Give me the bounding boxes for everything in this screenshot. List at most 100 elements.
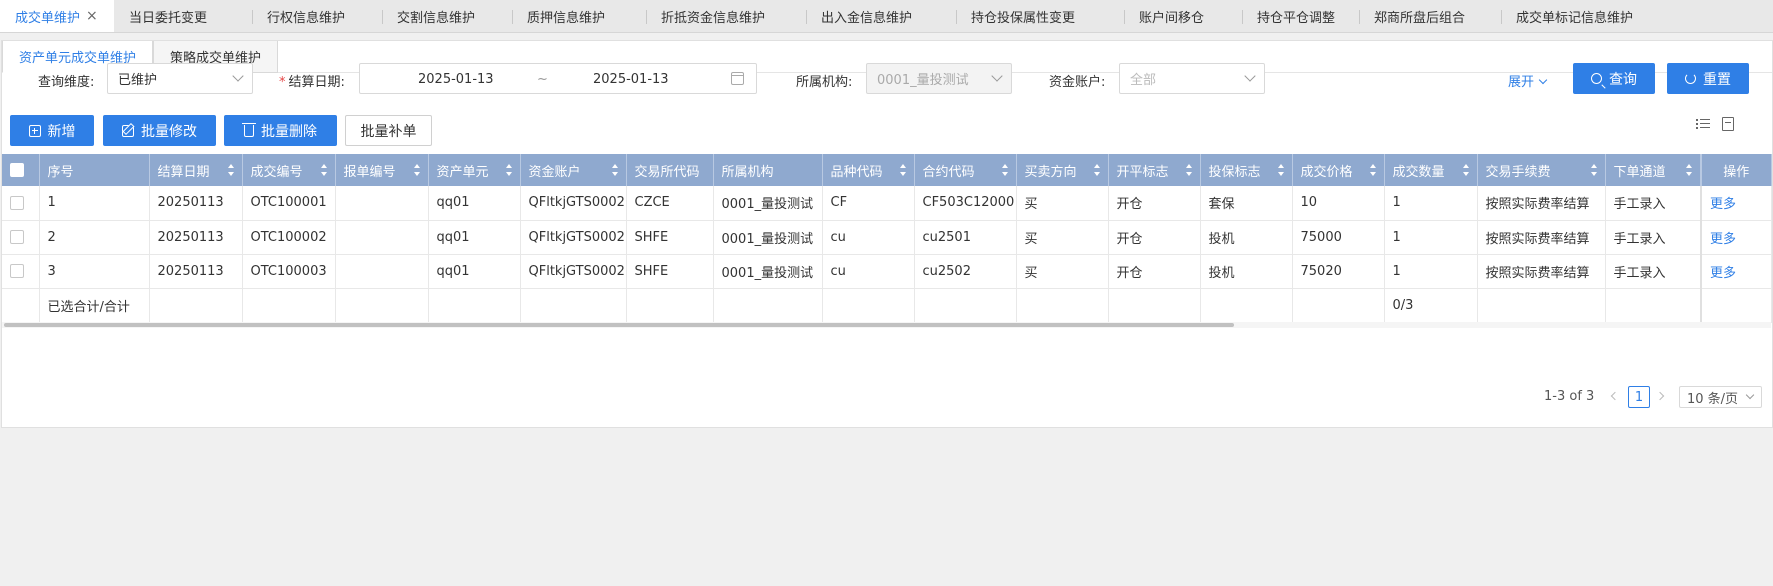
sort-icon[interactable]: [227, 164, 234, 176]
tab-czce-combination[interactable]: 郑商所盘后组合: [1359, 0, 1501, 32]
tab-label: 账户间移仓: [1139, 10, 1205, 26]
chevron-down-icon: [1745, 390, 1755, 400]
tab-delivery-maintenance[interactable]: 交割信息维护: [382, 0, 512, 32]
more-link[interactable]: 更多: [1700, 254, 1772, 289]
date-start[interactable]: 2025-01-13: [418, 72, 494, 87]
trash-icon: [242, 122, 256, 137]
page-size-select[interactable]: 10 条/页: [1679, 386, 1762, 408]
col-header[interactable]: 合约代码: [914, 154, 1017, 186]
more-link[interactable]: 更多: [1700, 220, 1772, 255]
tab-daily-order-change[interactable]: 当日委托变更: [114, 0, 252, 32]
dimension-select[interactable]: 已维护: [107, 63, 253, 94]
table-cell: [822, 288, 915, 323]
row-checkbox[interactable]: [10, 230, 24, 244]
select-all-cell[interactable]: [2, 154, 40, 186]
sort-icon[interactable]: [1462, 164, 1469, 176]
tab-pledge-maintenance[interactable]: 质押信息维护: [512, 0, 646, 32]
table-row[interactable]: 3 20250113 OTC100003 qq01 QFltkjGTS0002 SHFE 0…: [2, 254, 1772, 289]
sort-icon[interactable]: [1369, 164, 1376, 176]
sort-icon[interactable]: [1093, 164, 1100, 176]
query-button[interactable]: 查询: [1573, 63, 1655, 94]
col-header-label: 资金账户: [528, 164, 581, 180]
sort-icon[interactable]: [1686, 164, 1692, 176]
col-header[interactable]: 投保标志: [1200, 154, 1293, 186]
table-row[interactable]: 2 20250113 OTC100002 qq01 QFltkjGTS0002 SHFE 0…: [2, 220, 1772, 255]
col-header[interactable]: 成交价格: [1292, 154, 1385, 186]
tab-position-hedge-change[interactable]: 持仓投保属性变更: [956, 0, 1124, 32]
column-settings-icon[interactable]: [1696, 118, 1710, 130]
col-header[interactable]: 资金账户: [520, 154, 627, 186]
sort-icon[interactable]: [320, 164, 327, 176]
col-header[interactable]: 买卖方向: [1016, 154, 1109, 186]
col-header[interactable]: 品种代码: [822, 154, 915, 186]
table-cell: 75000: [1292, 220, 1385, 255]
batch-supplement-button[interactable]: 批量补单: [345, 115, 432, 146]
page-number-button[interactable]: 1: [1628, 386, 1650, 408]
col-header-label: 品种代码: [830, 164, 883, 180]
col-header[interactable]: 结算日期: [149, 154, 243, 186]
horizontal-scrollbar[interactable]: [2, 322, 1771, 328]
sort-icon[interactable]: [1001, 164, 1008, 176]
table-cell: 按照实际费率结算: [1477, 220, 1606, 255]
table-cell: [335, 220, 429, 255]
sort-icon[interactable]: [413, 164, 420, 176]
table-cell: 20250113: [149, 220, 243, 255]
row-checkbox[interactable]: [10, 264, 24, 278]
reset-button[interactable]: 重置: [1667, 63, 1749, 94]
col-header[interactable]: 成交编号: [242, 154, 336, 186]
sort-icon[interactable]: [1185, 164, 1192, 176]
col-header[interactable]: 报单编号: [335, 154, 429, 186]
search-icon: [1591, 73, 1602, 84]
table-row[interactable]: 1 20250113 OTC100001 qq01 QFltkjGTS0002 CZCE 0…: [2, 186, 1772, 221]
table-cell: QFltkjGTS0002: [520, 254, 627, 289]
table-cell: CF: [822, 186, 915, 221]
sort-icon[interactable]: [611, 164, 618, 176]
tab-offset-fund-maintenance[interactable]: 折抵资金信息维护: [646, 0, 806, 32]
tab-exercise-maintenance[interactable]: 行权信息维护: [252, 0, 382, 32]
col-header[interactable]: 开平标志: [1108, 154, 1201, 186]
row-checkbox[interactable]: [10, 195, 24, 210]
tab-deposit-withdraw-maintenance[interactable]: 出入金信息维护: [806, 0, 956, 32]
scrollbar-thumb[interactable]: [4, 323, 1234, 327]
select-all-checkbox[interactable]: [10, 163, 24, 177]
expand-label: 展开: [1508, 75, 1535, 90]
query-label: 查询: [1609, 71, 1637, 88]
total-label: 已选合计/合计: [39, 288, 150, 323]
export-icon[interactable]: [1722, 117, 1734, 131]
table-cell: qq01: [428, 254, 521, 289]
tab-trade-mark-maintenance[interactable]: 成交单标记信息维护: [1501, 0, 1673, 32]
sort-icon[interactable]: [505, 164, 512, 176]
date-range-picker[interactable]: 2025-01-13 ~ 2025-01-13: [359, 63, 757, 94]
col-header[interactable]: 下单通道: [1605, 154, 1702, 186]
account-select[interactable]: 全部: [1119, 63, 1265, 94]
col-header: 序号: [39, 154, 150, 186]
batch-supplement-label: 批量补单: [360, 123, 417, 140]
more-link[interactable]: 更多: [1700, 186, 1772, 221]
table-cell: 0001_量投测试: [713, 186, 823, 221]
batch-delete-button[interactable]: 批量删除: [224, 115, 337, 146]
sort-icon[interactable]: [899, 164, 906, 176]
expand-link[interactable]: 展开: [1508, 71, 1548, 90]
date-end[interactable]: 2025-01-13: [593, 72, 669, 87]
col-header-label: 成交数量: [1392, 164, 1445, 180]
required-mark: *: [279, 75, 286, 90]
date-label-text: 结算日期:: [288, 75, 345, 90]
sort-icon[interactable]: [1277, 164, 1284, 176]
col-header[interactable]: 资产单元: [428, 154, 521, 186]
close-icon[interactable]: ×: [86, 8, 98, 24]
tab-position-close-adjust[interactable]: 持仓平仓调整: [1242, 0, 1359, 32]
top-tab-strip: 成交单维护 × 当日委托变更 行权信息维护 交割信息维护 质押信息维护 折抵资金…: [0, 0, 1773, 33]
row-select-cell[interactable]: [2, 220, 40, 255]
add-label: 新增: [47, 123, 76, 140]
batch-edit-button[interactable]: 批量修改: [103, 115, 216, 146]
table-cell: CZCE: [626, 186, 714, 221]
col-header[interactable]: 交易手续费: [1477, 154, 1606, 186]
row-select-cell[interactable]: [2, 186, 40, 221]
col-header[interactable]: 成交数量: [1384, 154, 1478, 186]
add-button[interactable]: 新增: [10, 115, 94, 146]
tab-position-transfer[interactable]: 账户间移仓: [1124, 0, 1242, 32]
sort-icon[interactable]: [1590, 164, 1597, 176]
calendar-icon[interactable]: [731, 72, 744, 85]
row-select-cell[interactable]: [2, 254, 40, 289]
tab-trade-maintenance[interactable]: 成交单维护 ×: [0, 0, 114, 32]
